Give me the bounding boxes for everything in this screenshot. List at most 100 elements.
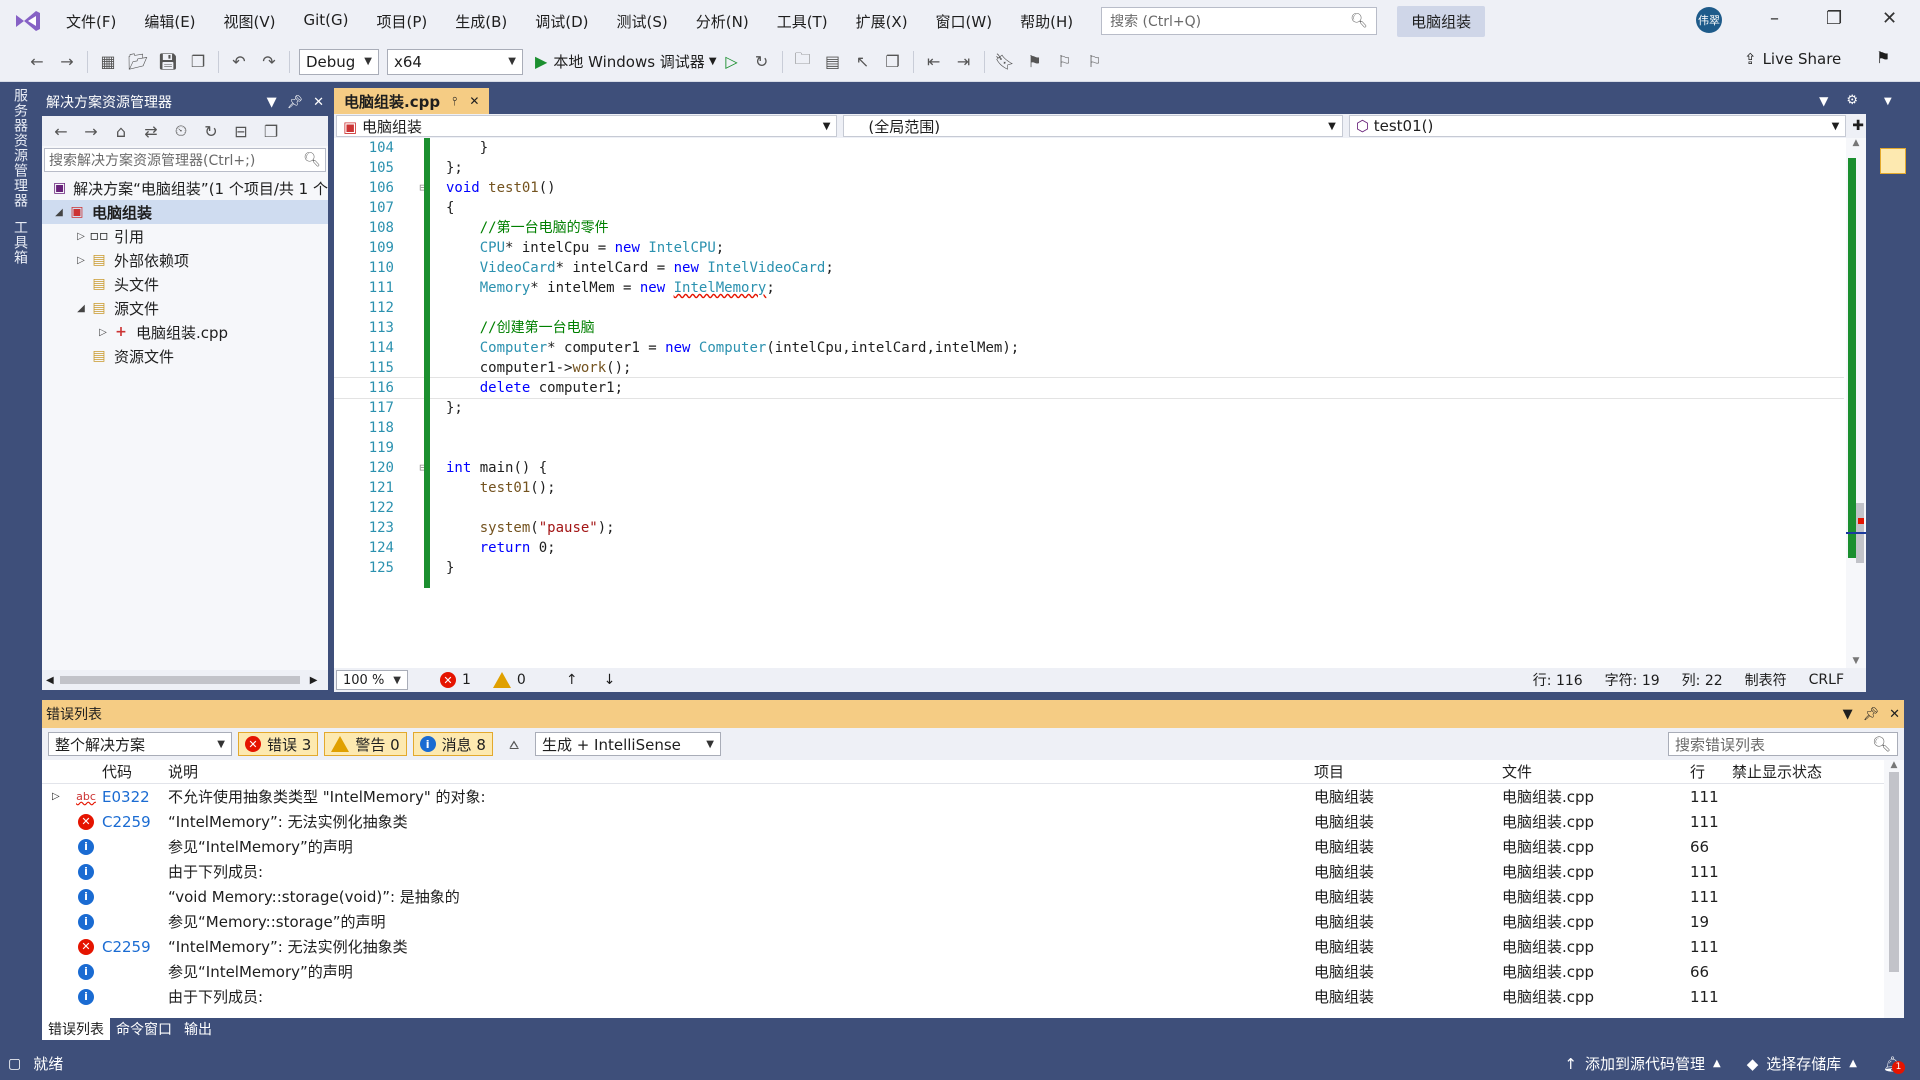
tab-cpp-file[interactable]: 电脑组装.cpp ⫯ ✕ [334, 88, 490, 114]
code-line[interactable]: 109 CPU* intelCpu = new IntelCPU; [334, 238, 1844, 258]
menu-item[interactable]: 项目(P) [363, 11, 442, 32]
error-search-input[interactable]: 搜索错误列表 🔍︎ [1668, 732, 1898, 756]
code-line[interactable]: 120 ⊟ int main() { [334, 458, 1844, 478]
member-dropdown[interactable]: ⬡ test01() ▼ [1348, 115, 1847, 137]
minimize-icon[interactable]: – [1770, 8, 1779, 29]
switch-views-icon[interactable]: ⇄ [138, 118, 164, 144]
error-code-link[interactable]: C2259 [102, 938, 168, 956]
code-line[interactable]: 121 test01(); [334, 478, 1844, 498]
next-bookmark-icon[interactable]: ⚐ [1052, 49, 1078, 75]
copy-icon[interactable]: ❐ [880, 49, 906, 75]
code-line[interactable]: 118 [334, 418, 1844, 438]
menu-item[interactable]: 文件(F) [52, 11, 130, 32]
back-icon[interactable]: ← [24, 49, 50, 75]
warnings-filter-button[interactable]: 警告 0 [324, 732, 407, 756]
notifications-icon[interactable]: 🔔︎1 [1883, 1055, 1905, 1074]
code-line[interactable]: 116 delete computer1; [334, 377, 1844, 399]
history-icon[interactable]: ⏲︎ [168, 118, 194, 144]
column-line[interactable]: 行 [1690, 761, 1732, 782]
collapse-arrow-icon[interactable]: ◢ [52, 207, 66, 218]
close-icon[interactable]: ✕ [1882, 8, 1897, 29]
refresh-icon[interactable]: ↻ [198, 118, 224, 144]
scroll-left-icon[interactable]: ◀ [46, 675, 54, 686]
table-row[interactable]: i “void Memory::storage(void)”: 是抽象的 电脑组装 电… [42, 884, 1892, 909]
tree-item-cpp-file[interactable]: ▷ + 电脑组装.cpp [42, 320, 328, 344]
tree-item-source-files[interactable]: ◢ ▤ 源文件 [42, 296, 328, 320]
column-project[interactable]: 项目 [1314, 761, 1502, 782]
errors-filter-button[interactable]: ✕ 错误 3 [238, 732, 319, 756]
server-explorer-tab[interactable]: 服务器资源管理器 [10, 88, 30, 208]
bottom-tab[interactable]: 输出 [178, 1018, 218, 1040]
menu-item[interactable]: 测试(S) [603, 11, 682, 32]
settings-icon[interactable]: ⚙ [1838, 88, 1866, 114]
table-row[interactable]: ✕ C2259 “IntelMemory”: 无法实例化抽象类 电脑组装 电脑组装.cp… [42, 934, 1892, 959]
clear-bookmarks-icon[interactable]: ⚐ [1082, 49, 1108, 75]
code-line[interactable]: 115 computer1->work(); [334, 358, 1844, 378]
table-row[interactable]: i 参见“IntelMemory”的声明 电脑组装 电脑组装.cpp 66 [42, 959, 1892, 984]
code-line[interactable]: 119 [334, 438, 1844, 458]
toolbox-tab[interactable]: 工具箱 [10, 220, 30, 265]
solution-search-input[interactable]: 搜索解决方案资源管理器(Ctrl+;) 🔍︎ [44, 148, 326, 172]
save-all-icon[interactable]: ❐ [185, 49, 211, 75]
save-icon[interactable]: 💾︎ [155, 49, 181, 75]
table-row[interactable]: ✕ C2259 “IntelMemory”: 无法实例化抽象类 电脑组装 电脑组装.cp… [42, 809, 1892, 834]
collapse-all-icon[interactable]: ⊟ [228, 118, 254, 144]
outdent-icon[interactable]: ⇤ [921, 49, 947, 75]
scope-dropdown[interactable]: (全局范围) ▼ [843, 115, 1343, 137]
scrollbar-thumb[interactable] [1889, 772, 1899, 972]
tree-item-references[interactable]: ▷ ▫▫ 引用 [42, 224, 328, 248]
select-repository-button[interactable]: 选择存储库 [1766, 1053, 1841, 1074]
restore-icon[interactable]: ❐ [1826, 8, 1842, 29]
tree-item-external-deps[interactable]: ▷ ▤ 外部依赖项 [42, 248, 328, 272]
code-line[interactable]: 124 return 0; [334, 538, 1844, 558]
dropdown-icon[interactable]: ▼ [1868, 88, 1920, 107]
scroll-down-icon[interactable]: ▼ [1846, 656, 1866, 666]
properties-icon[interactable] [1880, 148, 1906, 174]
code-line[interactable]: 125} [334, 558, 1844, 578]
line-indicator[interactable]: 行: 116 [1533, 670, 1583, 690]
error-code-link[interactable]: E0322 [102, 788, 168, 806]
warning-count[interactable]: 0 [492, 672, 526, 688]
add-to-source-control-button[interactable]: 添加到源代码管理 [1585, 1053, 1705, 1074]
solution-folder-icon[interactable]: 🗀︎ [790, 49, 816, 75]
table-row[interactable]: i 由于下列成员: 电脑组装 电脑组装.cpp 111 [42, 984, 1892, 1009]
solution-node[interactable]: ▣ 解决方案“电脑组装”(1 个项目/共 1 个 [42, 176, 328, 200]
dropdown-icon[interactable]: ▼ [267, 95, 277, 110]
tree-item-resource-files[interactable]: ▤ 资源文件 [42, 344, 328, 368]
error-list-scrollbar[interactable]: ▲ [1884, 760, 1904, 1018]
menu-item[interactable]: 扩展(X) [842, 11, 922, 32]
select-element-icon[interactable]: ↖ [850, 49, 876, 75]
scope-select[interactable]: 整个解决方案 ▼ [48, 732, 232, 756]
project-node[interactable]: ◢ ▣ 电脑组装 [42, 200, 328, 224]
close-icon[interactable]: ✕ [1889, 707, 1900, 722]
close-tab-icon[interactable]: ✕ [469, 94, 479, 108]
feedback-icon[interactable]: ⚑ [1876, 48, 1890, 67]
code-text-area[interactable]: 104 } 105}; 106 ⊟ void test01() 107{108 //第一台… [334, 138, 1844, 658]
new-project-icon[interactable]: ▦ [95, 49, 121, 75]
layout-icon[interactable]: ▤ [820, 49, 846, 75]
platform-select[interactable]: x64 ▼ [387, 48, 523, 75]
column-code[interactable]: 代码 [102, 761, 168, 782]
code-line[interactable]: 111 Memory* intelMem = new IntelMemory; [334, 278, 1844, 298]
expand-arrow-icon[interactable]: ▷ [74, 231, 88, 242]
dropdown-icon[interactable]: ▲ [1713, 1058, 1721, 1069]
table-row[interactable]: i 由于下列成员: 电脑组装 电脑组装.cpp 111 [42, 859, 1892, 884]
code-line[interactable]: 114 Computer* computer1 = new Computer(i… [334, 338, 1844, 358]
project-dropdown[interactable]: ▣ 电脑组装 ▼ [336, 115, 838, 137]
horizontal-scrollbar[interactable]: ◀ ▶ [42, 670, 328, 690]
menu-item[interactable]: 调试(D) [521, 11, 602, 32]
expand-arrow-icon[interactable]: ▷ [42, 791, 70, 802]
table-row[interactable]: i 参见“IntelMemory”的声明 电脑组装 电脑组装.cpp 66 [42, 834, 1892, 859]
tree-item-header-files[interactable]: ▤ 头文件 [42, 272, 328, 296]
vertical-scrollbar[interactable]: ▲ ▼ [1846, 138, 1866, 668]
menu-item[interactable]: 视图(V) [210, 11, 290, 32]
code-line[interactable]: 110 VideoCard* intelCard = new IntelVide… [334, 258, 1844, 278]
tab-list-dropdown-icon[interactable]: ▼ [1809, 88, 1838, 114]
scroll-up-icon[interactable]: ▲ [1846, 138, 1866, 148]
dropdown-icon[interactable]: ▼ [1843, 707, 1853, 722]
code-line[interactable]: 113 //创建第一台电脑 [334, 318, 1844, 338]
column-description[interactable]: 说明 [168, 761, 1314, 782]
build-filter-select[interactable]: 生成 + IntelliSense ▼ [534, 732, 721, 756]
code-line[interactable]: 108 //第一台电脑的零件 [334, 218, 1844, 238]
menu-item[interactable]: 分析(N) [682, 11, 763, 32]
